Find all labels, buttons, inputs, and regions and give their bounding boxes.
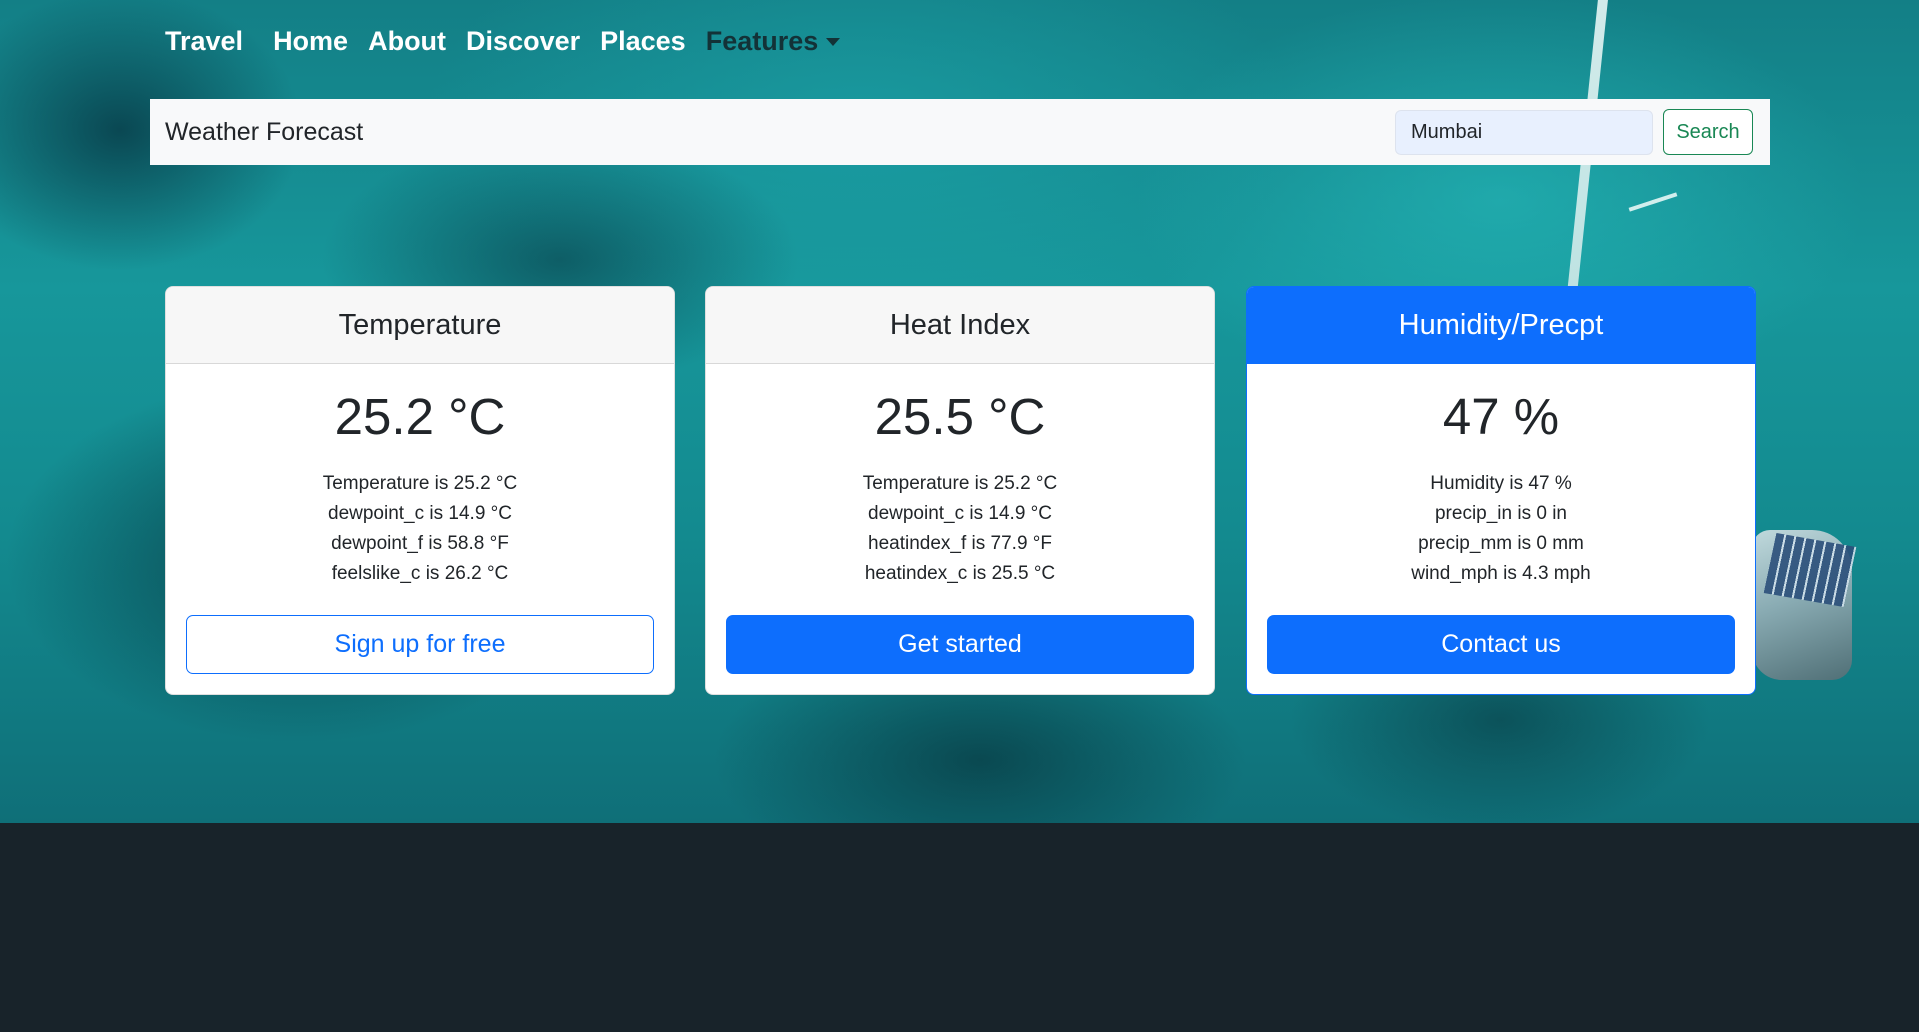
card-header: Temperature [166,287,674,364]
sign-up-button[interactable]: Sign up for free [186,615,654,674]
temperature-card: Temperature 25.2 °C Temperature is 25.2 … [165,286,675,695]
get-started-button[interactable]: Get started [726,615,1194,674]
top-navbar: Travel Home About Discover Places Featur… [165,22,860,60]
city-search-input[interactable] [1395,109,1653,155]
nav-features-label: Features [705,25,819,56]
card-value: 25.2 °C [334,388,506,445]
weather-forecast-title: Weather Forecast [165,117,364,146]
card-detail-line: dewpoint_c is 14.9 °C [868,503,1052,524]
card-detail-line: heatindex_f is 77.9 °F [868,533,1052,554]
card-detail-line: dewpoint_f is 58.8 °F [331,533,509,554]
card-details: Temperature is 25.2 °C dewpoint_c is 14.… [166,469,674,589]
search-button[interactable]: Search [1663,109,1753,155]
card-value: 47 % [1442,388,1560,445]
card-detail-line: precip_mm is 0 mm [1418,533,1584,554]
card-detail-line: Temperature is 25.2 °C [862,473,1058,494]
footer-area [0,823,1919,1032]
card-detail-line: feelslike_c is 26.2 °C [331,563,509,584]
card-details: Humidity is 47 % precip_in is 0 in preci… [1247,469,1755,589]
heat-index-card: Heat Index 25.5 °C Temperature is 25.2 °… [705,286,1215,695]
card-detail-line: Humidity is 47 % [1430,473,1572,494]
card-detail-line: Temperature is 25.2 °C [322,473,518,494]
contact-us-button[interactable]: Contact us [1267,615,1735,674]
brand-link[interactable]: Travel [165,26,243,57]
sailboat-spar-image [1628,192,1678,212]
nav-features-dropdown[interactable]: Features [706,26,841,57]
page: Travel Home About Discover Places Featur… [0,0,1919,1032]
card-header: Humidity/Precpt [1247,287,1755,364]
nav-home-link[interactable]: Home [273,26,348,57]
card-value: 25.5 °C [874,388,1046,445]
caret-down-icon [826,38,841,46]
nav-about-link[interactable]: About [368,26,446,57]
card-detail-line: wind_mph is 4.3 mph [1411,563,1591,584]
nav-discover-link[interactable]: Discover [466,26,580,57]
card-header: Heat Index [706,287,1214,364]
card-detail-line: heatindex_c is 25.5 °C [864,563,1056,584]
nav-places-link[interactable]: Places [600,26,686,57]
card-details: Temperature is 25.2 °C dewpoint_c is 14.… [706,469,1214,589]
weather-search-bar: Weather Forecast Search [150,99,1770,165]
card-detail-line: precip_in is 0 in [1434,503,1568,524]
card-detail-line: dewpoint_c is 14.9 °C [328,503,512,524]
humidity-precipitation-card: Humidity/Precpt 47 % Humidity is 47 % pr… [1246,286,1756,695]
